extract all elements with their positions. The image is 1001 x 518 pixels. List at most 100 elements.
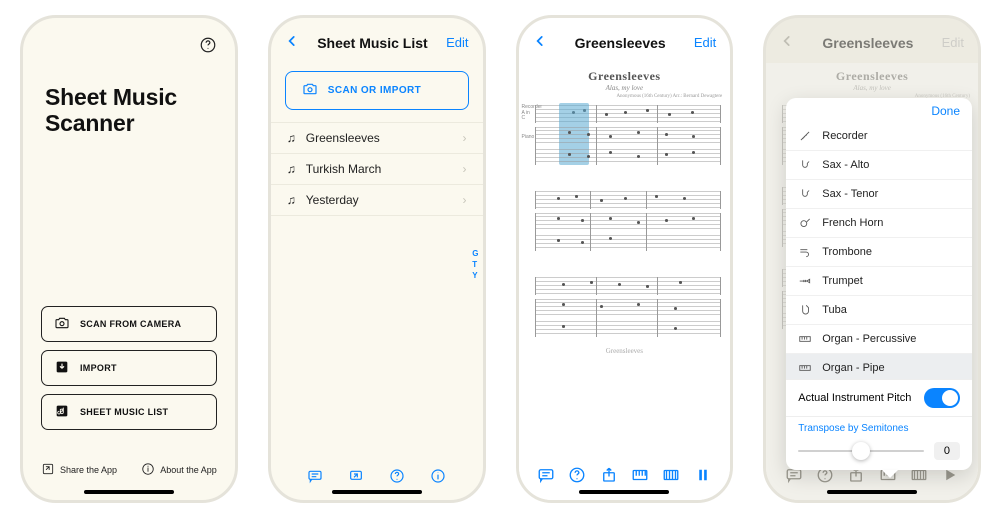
back-button[interactable] <box>285 32 299 53</box>
index-letter: Y <box>472 271 478 280</box>
recorder-icon <box>798 129 812 143</box>
edit-button[interactable]: Edit <box>694 35 716 50</box>
done-button[interactable]: Done <box>786 98 972 122</box>
trumpet-icon <box>798 274 812 288</box>
instrument-icon[interactable] <box>631 466 649 484</box>
instrument-label: Sax - Alto <box>822 159 869 171</box>
home-indicator <box>827 490 917 494</box>
back-button[interactable] <box>533 32 547 53</box>
nav-header: Sheet Music List Edit <box>271 18 483 63</box>
info-icon <box>141 462 155 478</box>
screen-sheet-view: Greensleeves Edit Greensleeves Alas, my … <box>516 15 734 503</box>
share-app-link[interactable]: Share the App <box>41 462 117 478</box>
pitch-label: Actual Instrument Pitch <box>798 392 911 404</box>
instrument-row[interactable]: Organ - Pipe <box>786 354 972 379</box>
player-toolbar <box>519 466 731 484</box>
share-icon[interactable] <box>348 468 364 484</box>
instrument-row[interactable]: Trumpet <box>786 267 972 296</box>
instrument-row[interactable]: Trombone <box>786 238 972 267</box>
nav-header: Greensleeves Edit <box>519 18 731 63</box>
export-icon[interactable] <box>600 466 618 484</box>
nav-title: Sheet Music List <box>317 35 427 51</box>
song-row[interactable]: ♫ Turkish March › <box>271 154 483 185</box>
app-title: Sheet Music Scanner <box>45 84 213 137</box>
music-note-icon: ♫ <box>287 193 296 207</box>
instrument-label: Organ - Pipe <box>822 362 884 374</box>
instrument-popup: Done Recorder Sax - Alto Sax - Tenor Fre… <box>786 98 972 470</box>
recorder-staff <box>535 277 721 295</box>
sheet-music-list-button[interactable]: SHEET MUSIC LIST <box>41 394 217 430</box>
song-label: Yesterday <box>306 193 453 207</box>
index-scroll[interactable]: G T Y <box>472 249 478 280</box>
transpose-value: 0 <box>934 442 960 460</box>
sheet-subtitle: Alas, my love <box>766 84 978 92</box>
slider-thumb[interactable] <box>852 442 870 460</box>
piano-staff <box>535 127 721 165</box>
music-note-icon: ♫ <box>287 162 296 176</box>
sheet-credit: Anonymous (16th Century) Arr.: Bernard D… <box>519 92 731 99</box>
share-icon <box>41 462 55 478</box>
music-note-icon: ♫ <box>287 131 296 145</box>
sheet-music-area[interactable]: Greensleeves Alas, my love Anonymous (16… <box>519 63 731 500</box>
instrument-row[interactable]: Recorder <box>786 122 972 151</box>
camera-icon <box>302 81 318 100</box>
song-row[interactable]: ♫ Greensleeves › <box>271 122 483 154</box>
instrument-label: Tuba <box>822 304 847 316</box>
instrument-row[interactable]: Organ - Percussive <box>786 325 972 354</box>
staff-system <box>519 185 731 211</box>
home-footer: Share the App About the App <box>41 462 217 478</box>
staff-system <box>519 211 731 253</box>
instrument-label: Trumpet <box>822 275 863 287</box>
home-indicator <box>84 490 174 494</box>
instrument-list[interactable]: Recorder Sax - Alto Sax - Tenor French H… <box>786 122 972 379</box>
horn-icon <box>798 216 812 230</box>
sax-icon <box>798 187 812 201</box>
screen-instrument-picker: Greensleeves Edit Greensleeves Alas, my … <box>763 15 981 503</box>
transpose-slider[interactable] <box>798 450 924 452</box>
instrument-label: French Horn <box>822 217 883 229</box>
scan-import-label: SCAN OR IMPORT <box>328 85 421 96</box>
back-button[interactable] <box>780 32 794 53</box>
share-app-label: Share the App <box>60 465 117 475</box>
song-label: Turkish March <box>306 162 453 176</box>
help-icon[interactable] <box>568 466 586 484</box>
tuba-icon <box>798 303 812 317</box>
chat-icon[interactable] <box>307 468 323 484</box>
instrument-row[interactable]: Sax - Tenor <box>786 180 972 209</box>
home-indicator <box>332 490 422 494</box>
edit-button[interactable]: Edit <box>446 35 468 50</box>
metronome-icon[interactable] <box>662 466 680 484</box>
main-action-buttons: SCAN FROM CAMERA IMPORT SHEET MUSIC LIST <box>41 306 217 430</box>
about-app-link[interactable]: About the App <box>141 462 217 478</box>
chat-icon[interactable] <box>537 466 555 484</box>
transpose-block: Transpose by Semitones 0 <box>786 416 972 470</box>
song-row[interactable]: ♫ Yesterday › <box>271 185 483 216</box>
page-footer-title: Greensleeves <box>519 347 731 355</box>
sheet-title: Greensleeves <box>766 69 978 84</box>
chevron-right-icon: › <box>463 193 467 207</box>
chevron-right-icon: › <box>463 131 467 145</box>
staff-system <box>519 297 731 339</box>
help-icon[interactable] <box>389 468 405 484</box>
pitch-toggle-row: Actual Instrument Pitch <box>786 379 972 416</box>
sax-icon <box>798 158 812 172</box>
nav-title: Greensleeves <box>822 35 913 51</box>
instrument-row[interactable]: Sax - Alto <box>786 151 972 180</box>
keyboard-icon <box>798 361 812 375</box>
scan-from-camera-button[interactable]: SCAN FROM CAMERA <box>41 306 217 342</box>
piano-staff <box>535 213 721 251</box>
staff-system <box>519 271 731 297</box>
instrument-row[interactable]: Tuba <box>786 296 972 325</box>
scan-or-import-button[interactable]: SCAN OR IMPORT <box>285 71 469 110</box>
import-button[interactable]: IMPORT <box>41 350 217 386</box>
piano-staff <box>535 299 721 337</box>
pitch-toggle[interactable] <box>924 388 960 408</box>
import-label: IMPORT <box>80 363 117 373</box>
instrument-row[interactable]: French Horn <box>786 209 972 238</box>
pause-icon[interactable] <box>694 466 712 484</box>
scan-camera-label: SCAN FROM CAMERA <box>80 319 181 329</box>
edit-button[interactable]: Edit <box>942 35 964 50</box>
sheet-list-label: SHEET MUSIC LIST <box>80 407 168 417</box>
help-icon[interactable] <box>199 36 217 54</box>
info-icon[interactable] <box>430 468 446 484</box>
